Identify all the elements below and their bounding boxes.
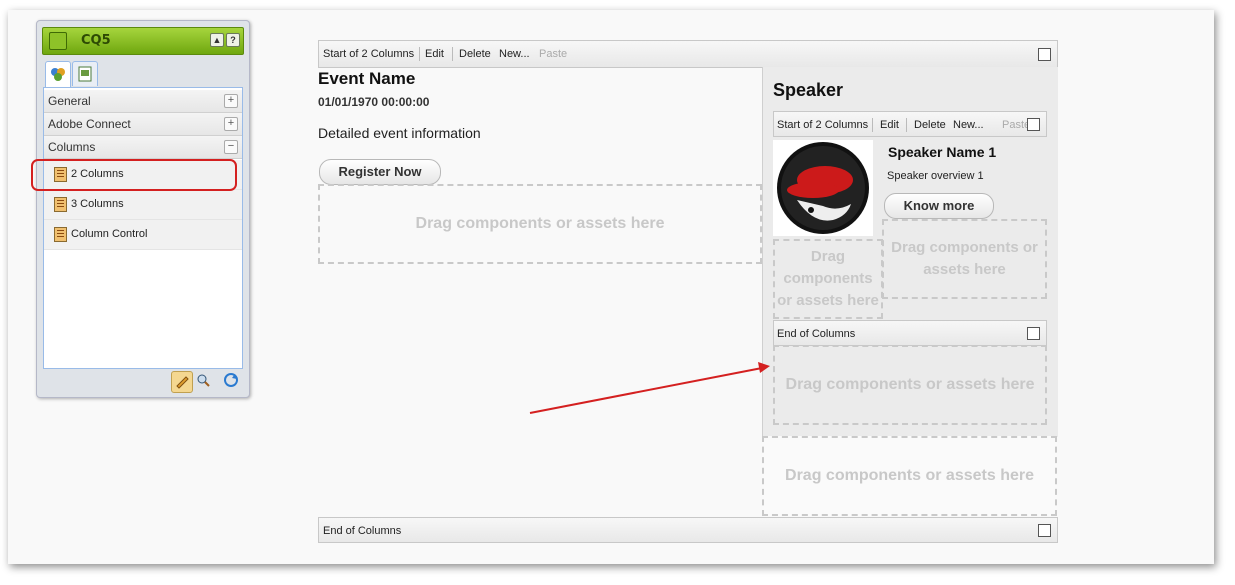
annotation-arrow — [529, 362, 770, 414]
